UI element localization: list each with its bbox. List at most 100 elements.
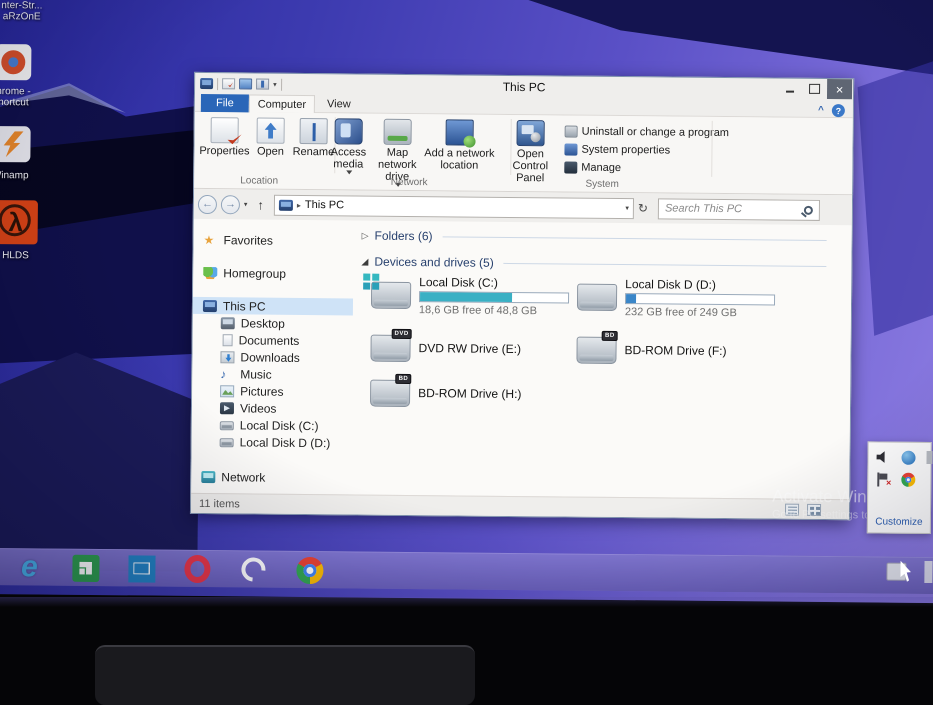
star-icon: ★ [203, 232, 215, 247]
hlds-shortcut-icon[interactable]: λ [0, 200, 38, 245]
breadcrumb-arrow-icon: ▸ [296, 200, 302, 210]
new-folder-icon[interactable] [239, 78, 253, 90]
this-pc-icon [200, 77, 214, 90]
drive-tile-local-disk-c[interactable]: Local Disk (C:) 18,6 GB free of 48,8 GB [363, 273, 573, 319]
search-icon[interactable] [803, 205, 814, 215]
back-button[interactable]: ← [197, 194, 218, 214]
breadcrumb[interactable]: This PC [305, 199, 622, 214]
drive-tile-bd-f[interactable]: BD BD-ROM Drive (F:) [576, 328, 778, 374]
ribbon: ^ ? Properties Open Rename Location Acce… [194, 104, 853, 196]
history-dropdown-icon[interactable]: ▾ [244, 200, 248, 208]
sidebar-item-local-disk-d[interactable]: Local Disk D (D:) [192, 433, 360, 452]
taskbar-internet-explorer-icon[interactable]: e [14, 550, 44, 583]
navigation-pane: ★ Favorites Homegroup This PC Desktop Do… [191, 219, 362, 495]
uninstall-program-button[interactable]: Uninstall or change a program [564, 125, 729, 139]
sidebar-item-homegroup[interactable]: Homegroup [193, 264, 361, 283]
sidebar-item-desktop[interactable]: Desktop [193, 314, 361, 333]
help-icon[interactable]: ? [831, 104, 845, 118]
drive-free-space: 232 GB free of 249 GB [624, 305, 737, 319]
maximize-button[interactable] [802, 79, 827, 99]
access-media-button[interactable]: Access media [322, 118, 375, 175]
group-label-system: System [585, 178, 619, 191]
drive-name: Local Disk D (D:) [625, 276, 716, 292]
tab-computer[interactable]: Computer [248, 94, 315, 114]
section-devices-and-drives[interactable]: Devices and drives (5) [361, 255, 826, 273]
search-placeholder: Search This PC [664, 202, 743, 216]
explorer-window: ▾ This PC × File Computer View ^ ? Prope… [189, 71, 855, 521]
dropdown-arrow-icon [346, 170, 353, 175]
search-input[interactable]: Search This PC [657, 197, 821, 221]
sidebar-item-pictures[interactable]: Pictures [192, 382, 360, 401]
up-button[interactable]: ↑ [257, 197, 264, 212]
sidebar-item-favorites[interactable]: ★ Favorites [194, 231, 362, 250]
open-button[interactable]: Open [252, 117, 288, 158]
chrome-tray-icon[interactable] [901, 472, 916, 487]
videos-icon [219, 401, 235, 414]
sidebar-item-documents[interactable]: Documents [193, 331, 361, 350]
add-network-location-button[interactable]: Add a network location [422, 119, 496, 172]
drive-tile-dvd-e[interactable]: DVD DVD RW Drive (E:) [370, 326, 572, 372]
downloads-icon [220, 350, 235, 363]
sidebar-item-network[interactable]: Network [191, 468, 359, 487]
action-center-icon[interactable]: × [876, 472, 891, 488]
control-panel-icon [516, 120, 545, 147]
refresh-button[interactable]: ↻ [638, 201, 648, 215]
capacity-bar [624, 292, 776, 306]
system-properties-icon [564, 143, 578, 156]
group-label-location: Location [240, 175, 279, 187]
items-count: 11 items [199, 497, 240, 510]
taskbar-opera-icon[interactable] [182, 554, 212, 584]
desktop-shortcut-label[interactable]: chrome - shortcut [0, 86, 43, 109]
quick-access-toolbar: ▾ [195, 77, 282, 91]
drive-tile-local-disk-d[interactable]: Local Disk D (D:) 232 GB free of 249 GB [576, 275, 779, 321]
divider [217, 77, 219, 90]
capacity-bar-fill [626, 293, 637, 303]
tab-view[interactable]: View [315, 95, 363, 113]
rename-icon[interactable] [256, 78, 270, 90]
close-button[interactable]: × [826, 79, 853, 100]
sidebar-item-this-pc[interactable]: This PC [192, 296, 354, 316]
windows-update-icon[interactable] [901, 450, 916, 465]
open-icon [256, 117, 285, 144]
network-location-icon [445, 119, 474, 146]
sidebar-item-local-disk-c[interactable]: Local Disk (C:) [192, 416, 360, 435]
content-pane: ▷ Folders (6) Devices and drives (5) Loc… [359, 221, 846, 500]
forward-button[interactable]: → [220, 194, 241, 214]
qat-dropdown-icon[interactable]: ▾ [273, 80, 277, 88]
media-server-icon [334, 118, 363, 145]
manage-button[interactable]: Manage [564, 161, 621, 174]
tab-file[interactable]: File [200, 93, 249, 113]
desktop-shortcut-label[interactable]: HLDS [0, 250, 47, 262]
lambda-icon: λ [8, 206, 24, 237]
winamp-shortcut-icon[interactable] [0, 126, 31, 163]
desktop-shortcut-label[interactable]: Winamp [0, 170, 42, 182]
address-bar[interactable]: ▸ This PC ▾ [273, 194, 635, 219]
capacity-bar-fill [420, 291, 512, 302]
collapsed-arrow-icon[interactable]: ▷ [362, 230, 369, 241]
drive-tile-bd-h[interactable]: BD BD-ROM Drive (H:) [370, 371, 572, 417]
uninstall-icon [564, 125, 578, 138]
volume-icon[interactable] [876, 450, 889, 463]
sidebar-item-downloads[interactable]: Downloads [192, 348, 360, 367]
properties-icon [210, 117, 239, 144]
taskbar-store-icon[interactable] [70, 553, 100, 583]
section-folders[interactable]: ▷ Folders (6) [362, 229, 827, 247]
properties-shortcut-icon[interactable] [222, 78, 236, 90]
desktop-shortcut-label[interactable]: nter-Str... aRzOnE [0, 0, 54, 23]
sidebar-item-music[interactable]: ♪ Music [192, 365, 360, 384]
expanded-arrow-icon[interactable] [361, 258, 369, 266]
taskbar-bittorrent-icon[interactable] [236, 552, 271, 587]
minimize-button[interactable] [777, 79, 802, 99]
sidebar-item-videos[interactable]: Videos [192, 399, 360, 418]
hard-drive-icon [576, 283, 618, 311]
taskbar-chrome-icon[interactable] [294, 555, 324, 585]
properties-button[interactable]: Properties [196, 117, 252, 158]
chrome-shortcut-icon[interactable] [0, 44, 32, 81]
system-properties-button[interactable]: System properties [564, 143, 670, 156]
taskbar-photos-icon[interactable] [126, 553, 156, 583]
collapse-ribbon-icon[interactable]: ^ [818, 105, 824, 116]
open-control-panel-button[interactable]: Open Control Panel [500, 120, 561, 185]
windows-logo-icon [363, 273, 371, 281]
customize-link[interactable]: Customize [868, 516, 930, 528]
address-dropdown-icon[interactable]: ▾ [625, 204, 629, 212]
